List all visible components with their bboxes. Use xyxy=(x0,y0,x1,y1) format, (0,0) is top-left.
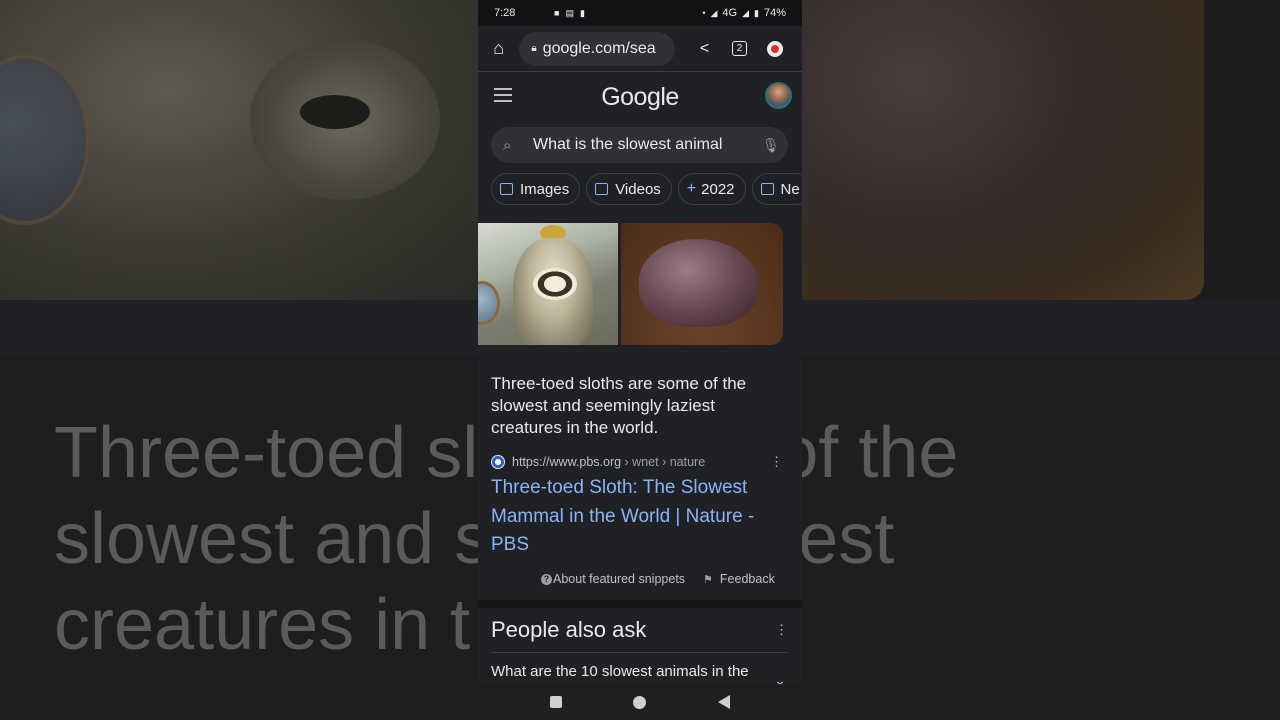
snippet-footer: ? About featured snippets ⚑ Feedback xyxy=(541,572,791,586)
google-header: Google xyxy=(478,72,802,122)
signal-icon: ◢ xyxy=(710,7,718,18)
snippet-source: https://www.pbs.org › wnet › nature ⋮ xyxy=(491,454,791,470)
share-icon[interactable]: < xyxy=(687,32,722,66)
chip-label: 2022 xyxy=(701,180,735,198)
featured-snippet-text: Three-toed sloths are some of the slowes… xyxy=(491,374,747,437)
message-notification-icon: ▤ xyxy=(565,7,574,18)
notification-icons: ■ ▤ ▮ xyxy=(554,8,585,19)
microphone-icon[interactable]: 🎙︎ xyxy=(762,137,780,154)
search-box[interactable]: ⌕ What is the slowest animal 🎙︎ xyxy=(491,127,788,163)
search-input[interactable]: What is the slowest animal xyxy=(533,136,762,154)
about-featured-snippets-link[interactable]: About featured snippets xyxy=(553,572,685,586)
paa-question[interactable]: What are the 10 slowest animals in the xyxy=(491,663,761,680)
chip-label: Videos xyxy=(615,180,661,198)
signal-strength-icon: ◢ xyxy=(742,7,750,18)
video-icon xyxy=(595,183,609,195)
chip-label: Images xyxy=(520,180,570,198)
people-also-ask-title: People also ask xyxy=(491,617,647,642)
back-button[interactable] xyxy=(718,695,731,709)
help-icon: ? xyxy=(541,573,552,585)
chip-images[interactable]: Images xyxy=(491,173,581,205)
video-notification-icon: ■ xyxy=(554,7,560,18)
home-button[interactable] xyxy=(633,695,647,709)
status-time: 7:28 xyxy=(494,7,516,19)
dot-icon: • xyxy=(702,8,706,18)
avatar[interactable] xyxy=(765,82,792,109)
news-icon xyxy=(760,183,774,195)
source-url: https://www.pbs.org › wnet › nature xyxy=(512,455,705,469)
network-type: 4G xyxy=(722,7,738,19)
divider xyxy=(491,652,788,653)
battery-percent: 74% xyxy=(763,7,786,19)
home-icon[interactable]: ⌂ xyxy=(488,38,509,60)
more-options-icon[interactable]: ⋮ xyxy=(770,454,783,470)
sloth-image[interactable] xyxy=(478,223,618,345)
search-icon: ⌕ xyxy=(503,136,512,154)
video-frame: Three-toed sl ome of the slowest and s l… xyxy=(0,0,1280,720)
status-bar: 7:28 ■ ▤ ▮ • ◢ 4G ◢ ▮ 74% xyxy=(478,0,802,26)
phone-screen: 7:28 ■ ▤ ▮ • ◢ 4G ◢ ▮ 74% ⌂ 🔒︎ google.co… xyxy=(478,0,802,720)
update-icon[interactable] xyxy=(757,32,792,66)
chip-2022[interactable]: + 2022 xyxy=(677,173,746,205)
chip-label: Ne xyxy=(780,180,800,198)
purple-frog-image[interactable] xyxy=(621,223,783,345)
blurred-frog-image xyxy=(742,0,1204,300)
address-bar[interactable]: 🔒︎ google.com/sea xyxy=(519,31,676,66)
image-results xyxy=(478,223,802,345)
system-icons: • ◢ 4G ◢ ▮ 74% xyxy=(702,7,786,19)
tab-switcher-button[interactable]: 2 xyxy=(722,32,757,66)
chip-videos[interactable]: Videos xyxy=(586,173,672,205)
pbs-favicon-icon xyxy=(491,455,505,469)
battery-icon: ▮ xyxy=(754,7,759,18)
result-title-link[interactable]: Three-toed Sloth: The Slowest Mammal in … xyxy=(491,474,781,560)
paa-more-options-icon[interactable]: ⋮ xyxy=(775,622,788,638)
sim-notification-icon: ▮ xyxy=(579,7,585,18)
feedback-icon: ⚑ xyxy=(703,573,713,586)
recents-button[interactable] xyxy=(549,696,562,708)
chip-news[interactable]: Ne xyxy=(751,173,802,205)
google-logo[interactable]: Google xyxy=(478,83,802,112)
source-path: › wnet › nature xyxy=(621,455,706,469)
section-separator xyxy=(478,600,802,608)
tab-count: 2 xyxy=(732,41,748,56)
lock-icon: 🔒︎ xyxy=(531,43,537,54)
url-text: google.com/sea xyxy=(542,39,656,57)
plus-icon: + xyxy=(686,180,697,197)
android-nav-bar xyxy=(478,684,802,720)
browser-toolbar: ⌂ 🔒︎ google.com/sea < 2 xyxy=(478,26,802,72)
search-filter-chips: Images Videos + 2022 Ne xyxy=(478,163,802,205)
image-icon xyxy=(500,183,513,195)
feedback-link[interactable]: Feedback xyxy=(720,572,775,586)
blurred-sloth-image xyxy=(0,0,478,300)
source-domain: https://www.pbs.org xyxy=(512,455,622,469)
